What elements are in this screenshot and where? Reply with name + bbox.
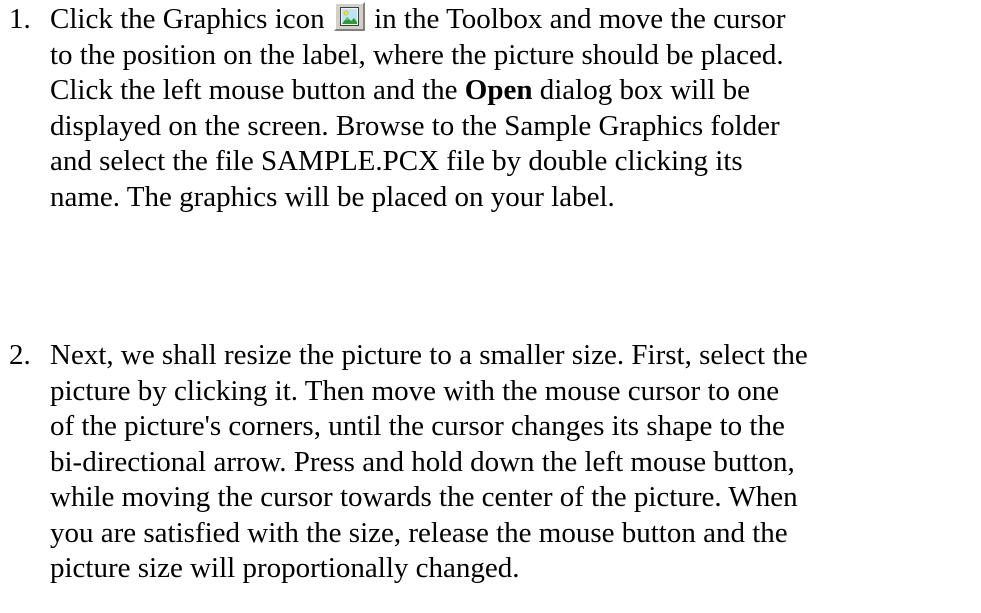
- step-text-segment: Click the left mouse button and the: [50, 74, 458, 106]
- step-line: bi-directional arrow. Press and hold dow…: [50, 445, 795, 478]
- step-line: to the position on the label, where the …: [50, 38, 784, 71]
- step-text-segment: in the Toolbox and move the cursor: [374, 3, 786, 35]
- step-line: name. The graphics will be placed on you…: [50, 180, 615, 213]
- step-line: while moving the cursor towards the cent…: [50, 481, 798, 513]
- step-line: Click the left mouse button and the Open…: [50, 73, 980, 109]
- step-line: displayed on the screen. Browse to the S…: [50, 109, 780, 142]
- step-line: picture size will proportionally changed…: [50, 552, 520, 584]
- step-number: 2.: [9, 339, 31, 371]
- step-line: picture by clicking it. Then move with t…: [50, 374, 780, 407]
- step-line: and select the file SAMPLE.PCX file by d…: [50, 145, 743, 177]
- step-line: you are satisfied with the size, release…: [50, 516, 788, 549]
- step-text-segment: dialog box will be: [539, 74, 750, 106]
- picture-icon: [339, 7, 359, 26]
- step-text: Next, we shall resize the picture to a s…: [50, 338, 980, 587]
- graphics-icon: [333, 2, 365, 31]
- step-line: of the picture's corners, until the curs…: [50, 410, 785, 442]
- step-line: Click the Graphics icon in the Toolbox a…: [50, 2, 980, 38]
- step-text-segment: Click the Graphics icon: [50, 3, 325, 35]
- open-dialog-name: Open: [464, 74, 533, 106]
- step-line: Next, we shall resize the picture to a s…: [50, 339, 808, 371]
- step-text: Click the Graphics icon in the Toolbox a…: [50, 2, 980, 215]
- step-number: 1.: [9, 3, 31, 35]
